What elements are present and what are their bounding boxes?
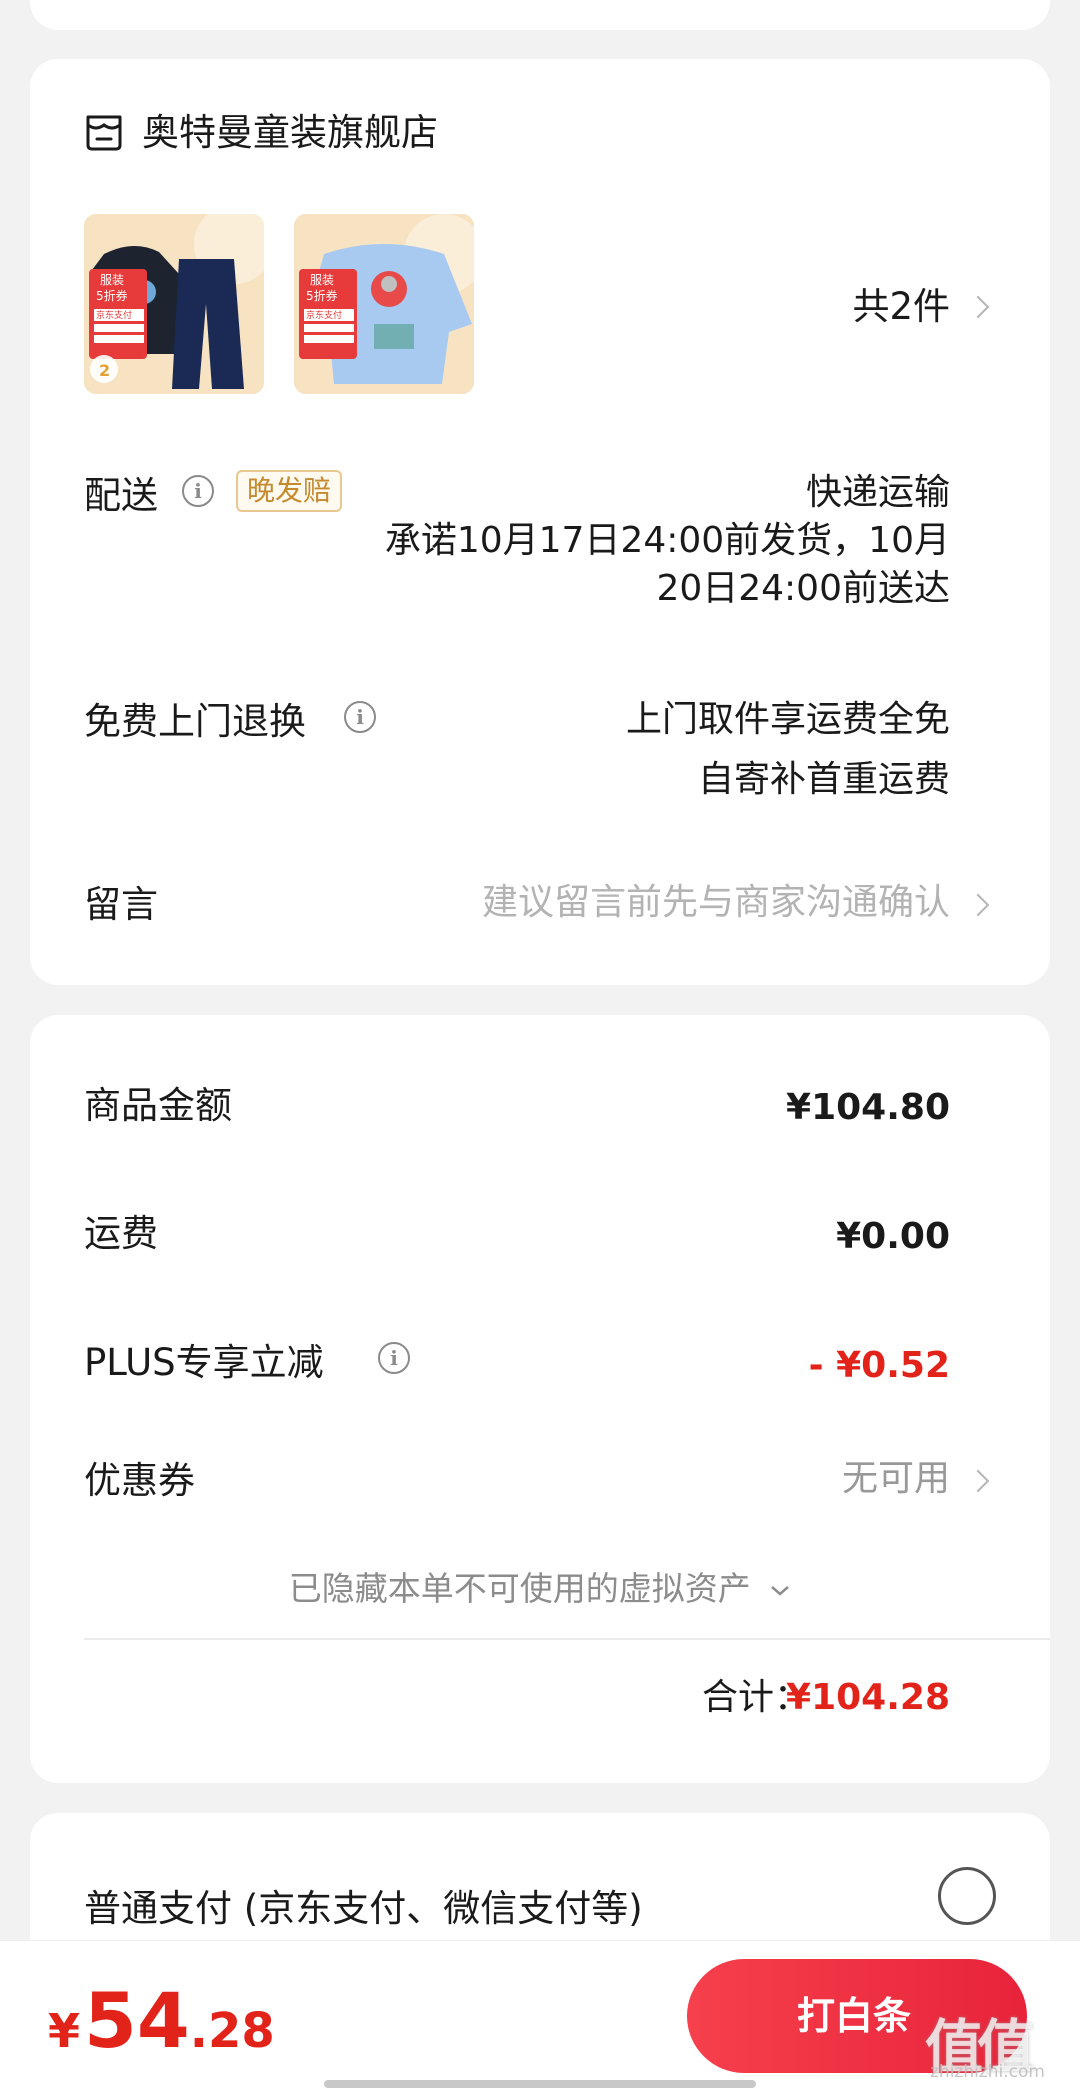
product-tag-pay: 京东支付 <box>306 309 342 321</box>
plus-discount-label: PLUS专享立减 <box>84 1341 324 1384</box>
product-image-sweatshirt: 服装 5折券 京东支付 <box>294 214 474 394</box>
shipping-value: ¥0.00 <box>836 1216 950 1257</box>
home-indicator[interactable] <box>324 2080 756 2088</box>
pay-amount: ¥ 54 .28 <box>48 1981 275 2061</box>
chevron-right-icon[interactable] <box>966 893 990 917</box>
message-input[interactable]: 建议留言前先与商家沟通确认 <box>482 879 950 927</box>
coupon-value[interactable]: 无可用 <box>842 1455 950 1503</box>
coupon-label: 优惠券 <box>84 1459 195 1502</box>
returns-line2: 自寄补首重运费 <box>697 759 950 800</box>
delivery-promise-line1: 承诺10月17日24:00前发货，10月 <box>384 520 950 561</box>
store-order-card: 奥特曼童装旗舰店 2 服装 5折券 京东支付 服装 5折券 京东支付 共2件 配… <box>30 59 1050 985</box>
payment-radio[interactable] <box>938 1867 996 1925</box>
message-label: 留言 <box>84 883 158 926</box>
watermark-url: zhizhizhi.com <box>930 2062 1045 2082</box>
product-thumbnail[interactable]: 服装 5折券 京东支付 <box>294 214 474 394</box>
chevron-down-icon <box>771 1585 790 1596</box>
product-image-hoodie-pants: 2 服装 5折券 京东支付 <box>84 214 264 394</box>
chevron-right-icon[interactable] <box>966 1469 990 1493</box>
returns-line1: 上门取件享运费全免 <box>625 699 950 740</box>
plus-discount-value: - ¥0.52 <box>808 1345 950 1386</box>
divider <box>84 1638 1050 1640</box>
product-tag-mid: 5折券 <box>306 288 338 303</box>
total-value: ¥104.28 <box>786 1677 950 1718</box>
store-name[interactable]: 奥特曼童装旗舰店 <box>142 107 438 159</box>
price-summary-card: 商品金额 ¥104.80 运费 ¥0.00 PLUS专享立减 i - ¥0.52… <box>30 1015 1050 1783</box>
item-count[interactable]: 共2件 <box>852 281 950 333</box>
goods-amount-label: 商品金额 <box>84 1084 232 1127</box>
checkout-bar: ¥ 54 .28 打白条 <box>0 1940 1080 2091</box>
amount-integer: 54 <box>84 1976 190 2065</box>
store-icon <box>86 115 122 151</box>
chevron-right-icon[interactable] <box>966 295 990 319</box>
free-returns-label: 免费上门退换 <box>84 700 306 743</box>
amount-decimal: .28 <box>189 2003 275 2059</box>
product-tag-mid: 5折券 <box>96 288 128 303</box>
currency-symbol: ¥ <box>48 2004 81 2058</box>
delivery-promise-line2: 20日24:00前送达 <box>656 568 950 609</box>
goods-amount-value: ¥104.80 <box>786 1087 950 1128</box>
product-thumbnail[interactable]: 2 服装 5折券 京东支付 <box>84 214 264 394</box>
previous-card <box>30 0 1050 30</box>
hidden-assets-text: 已隐藏本单不可使用的虚拟资产 <box>288 1569 751 1608</box>
info-icon[interactable]: i <box>182 475 214 507</box>
product-tag-top: 服装 <box>100 273 124 287</box>
product-tag-top: 服装 <box>310 273 334 287</box>
svg-text:2: 2 <box>99 361 110 380</box>
shipping-label: 运费 <box>84 1212 158 1255</box>
normal-payment-label[interactable]: 普通支付 (京东支付、微信支付等) <box>84 1883 643 1935</box>
delivery-method: 快递运输 <box>805 472 950 513</box>
info-icon[interactable]: i <box>378 1342 410 1374</box>
delivery-label: 配送 <box>84 474 158 517</box>
info-icon[interactable]: i <box>344 701 376 733</box>
hidden-assets-toggle[interactable]: 已隐藏本单不可使用的虚拟资产 <box>30 1565 1050 1613</box>
late-delivery-compensation-badge: 晚发赔 <box>236 470 343 512</box>
product-tag-pay: 京东支付 <box>96 309 132 321</box>
